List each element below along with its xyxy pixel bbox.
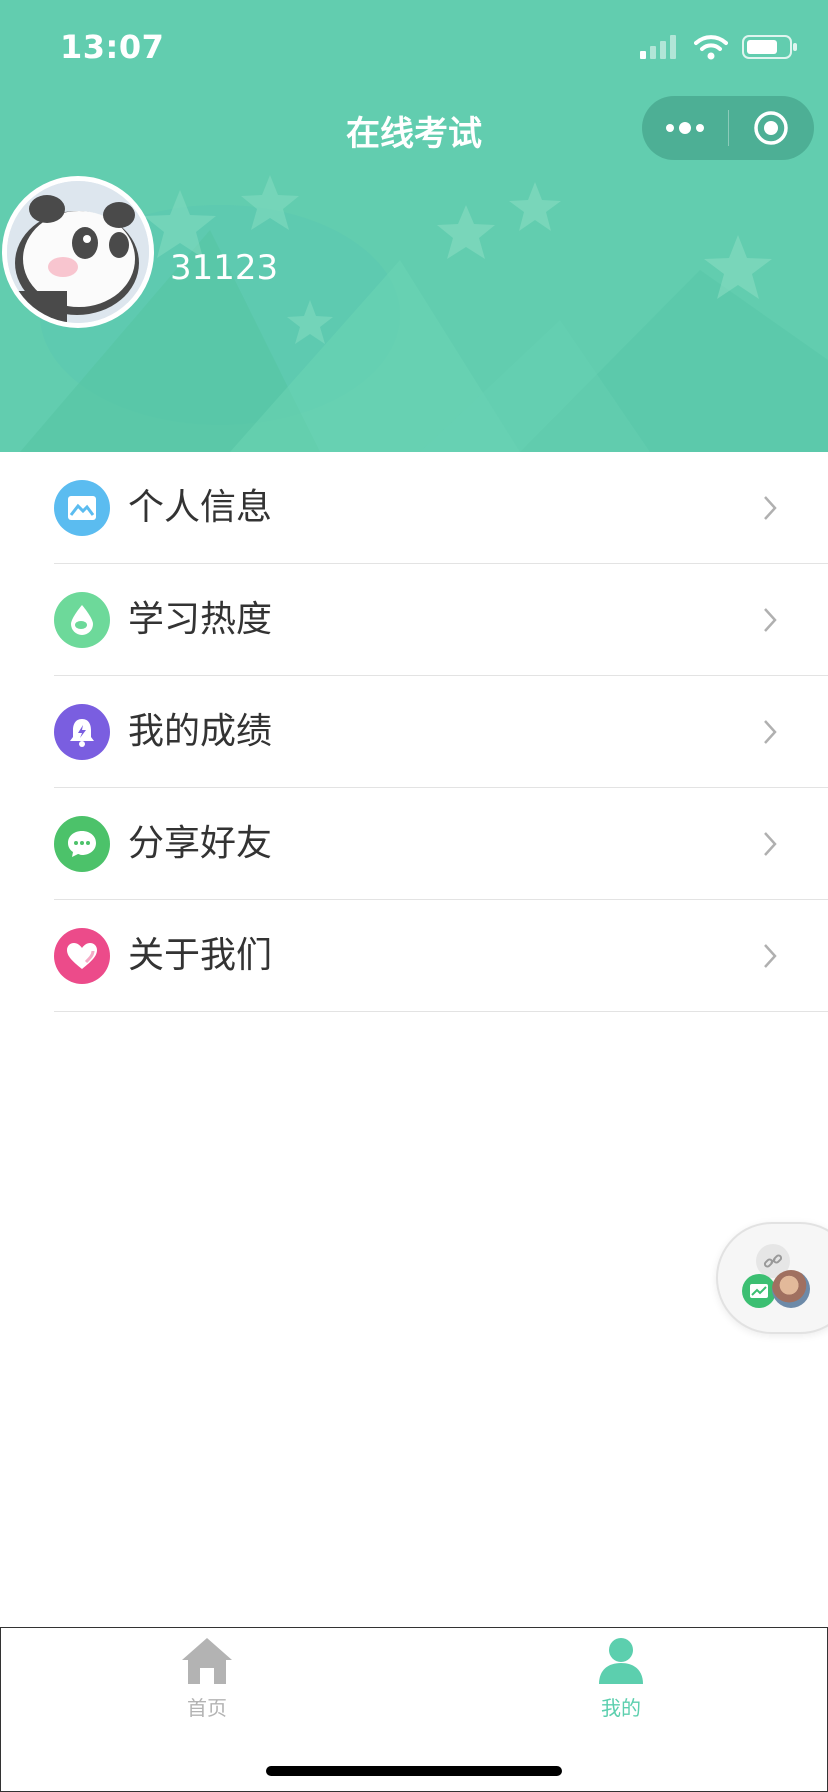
signal-icon (640, 35, 676, 59)
panda-avatar-icon (7, 181, 149, 323)
username: 31123 (170, 248, 279, 288)
wifi-icon (694, 35, 728, 60)
profile-menu-list: 个人信息 学习热度 我的成绩 分享好友 关于我们 (0, 452, 828, 1012)
more-dots-icon (665, 122, 704, 134)
divider (54, 1011, 828, 1012)
menu-item-about-us[interactable]: 关于我们 (0, 900, 828, 1012)
menu-item-label: 个人信息 (128, 487, 273, 528)
chevron-right-icon (764, 720, 777, 744)
user-photo-thumbnail (772, 1270, 810, 1308)
water-drop-icon (71, 605, 93, 635)
tab-label: 我的 (601, 1696, 641, 1720)
menu-item-label: 分享好友 (128, 823, 273, 864)
battery-icon (742, 35, 797, 59)
tab-mine[interactable]: 我的 (561, 1636, 681, 1721)
menu-item-share-friends[interactable]: 分享好友 (0, 788, 828, 900)
home-icon (182, 1638, 232, 1684)
menu-item-label: 关于我们 (128, 935, 273, 976)
tab-label: 首页 (187, 1696, 227, 1720)
floating-share-widget[interactable] (716, 1222, 828, 1334)
menu-icon-badge (54, 592, 110, 648)
status-bar-time: 13:07 (60, 28, 165, 66)
status-bar-icons (640, 34, 798, 60)
menu-item-label: 我的成绩 (128, 711, 273, 752)
chevron-right-icon (764, 496, 777, 520)
menu-item-personal-info[interactable]: 个人信息 (0, 452, 828, 564)
more-button[interactable] (642, 96, 728, 160)
mini-program-capsule (642, 96, 814, 160)
tab-home[interactable]: 首页 (147, 1636, 267, 1721)
menu-item-study-heat[interactable]: 学习热度 (0, 564, 828, 676)
menu-icon-badge (54, 816, 110, 872)
menu-item-my-scores[interactable]: 我的成绩 (0, 676, 828, 788)
home-indicator[interactable] (266, 1766, 562, 1776)
chevron-right-icon (764, 832, 777, 856)
chevron-right-icon (764, 608, 777, 632)
profile-header: 13:07 在线考试 31123 (0, 0, 828, 452)
bell-icon (70, 719, 94, 747)
chart-image-icon (742, 1274, 776, 1308)
menu-icon-badge (54, 704, 110, 760)
menu-item-label: 学习热度 (128, 599, 273, 640)
chevron-right-icon (764, 944, 777, 968)
menu-icon-badge (54, 480, 110, 536)
chat-bubble-icon (68, 831, 96, 857)
heart-icon (67, 943, 97, 969)
user-icon (599, 1638, 643, 1684)
avatar[interactable] (2, 176, 154, 328)
image-icon (68, 496, 96, 520)
target-circle-icon (754, 111, 788, 145)
menu-icon-badge (54, 928, 110, 984)
close-program-button[interactable] (729, 96, 815, 160)
